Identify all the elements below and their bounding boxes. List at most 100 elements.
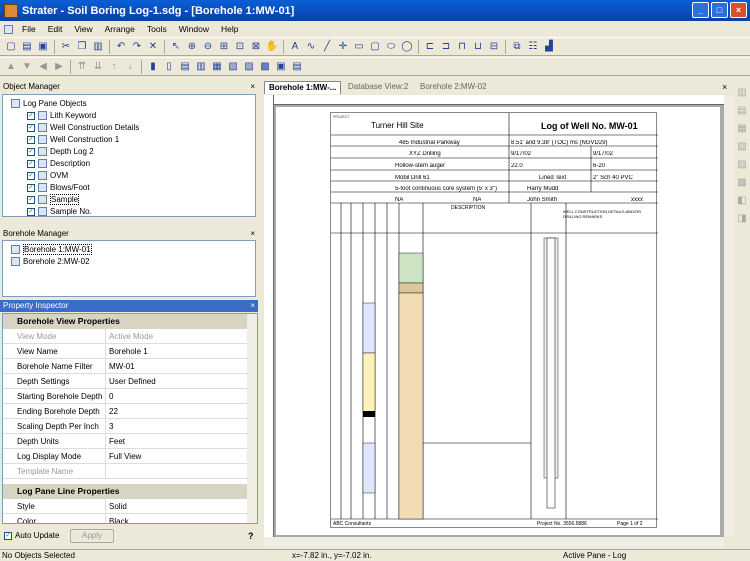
menu-view[interactable]: View <box>68 24 98 34</box>
menu-help[interactable]: Help <box>215 24 244 34</box>
log-cross-icon[interactable]: ▣ <box>274 60 288 74</box>
property-row[interactable]: Template Name <box>3 464 251 479</box>
checkbox[interactable]: ✓ <box>27 111 35 120</box>
checkbox[interactable]: ✓ <box>27 183 35 192</box>
polyline-icon[interactable]: ∿ <box>304 40 318 54</box>
text-icon[interactable]: A <box>288 40 302 54</box>
open-icon[interactable]: ▤ <box>20 40 34 54</box>
property-row[interactable]: Ending Borehole Depth 22 <box>3 404 251 419</box>
symbol-icon[interactable]: ✛ <box>336 40 350 54</box>
menu-edit[interactable]: Edit <box>42 24 69 34</box>
property-value[interactable]: 22 <box>109 407 118 416</box>
cut-icon[interactable]: ✂ <box>59 40 73 54</box>
move-left-icon[interactable]: ◀ <box>36 60 50 74</box>
property-value[interactable]: Solid <box>109 502 127 511</box>
move-down-icon[interactable]: ▼ <box>20 60 34 74</box>
paste-icon[interactable]: ▥ <box>91 40 105 54</box>
side-tool-icon[interactable]: ▩ <box>735 175 749 189</box>
align-top-icon[interactable]: ⊔ <box>471 40 485 54</box>
zoom-out-icon[interactable]: ⊖ <box>201 40 215 54</box>
tree-item[interactable]: Log Pane Objects <box>23 99 87 108</box>
zoom-fit-icon[interactable]: ⊠ <box>249 40 263 54</box>
rounded-rect-icon[interactable]: ▢ <box>368 40 382 54</box>
property-value[interactable]: Feet <box>109 437 125 446</box>
rectangle-icon[interactable]: ▭ <box>352 40 366 54</box>
line-icon[interactable]: ╱ <box>320 40 334 54</box>
chart-icon[interactable]: ▟ <box>542 40 556 54</box>
auto-update-checkbox[interactable]: ✓ <box>4 531 12 540</box>
save-icon[interactable]: ▣ <box>36 40 50 54</box>
borehole-item[interactable]: Borehole 2:MW-02 <box>23 257 90 266</box>
tab-borehole-2[interactable]: Borehole 2:MW-02 <box>416 81 491 94</box>
menu-file[interactable]: File <box>16 24 42 34</box>
property-value[interactable]: Black <box>109 517 129 523</box>
tree-item[interactable]: Well Construction Details <box>50 123 139 132</box>
ellipse-icon[interactable]: ⬭ <box>384 40 398 54</box>
property-row[interactable]: Depth Settings User Defined <box>3 374 251 389</box>
side-tool-icon[interactable]: ▦ <box>735 121 749 135</box>
align-center-icon[interactable]: ⊐ <box>439 40 453 54</box>
checkbox[interactable]: ✓ <box>27 147 35 156</box>
close-pane-icon[interactable]: × <box>250 81 255 93</box>
tab-borehole-1[interactable]: Borehole 1:MW-... <box>264 81 342 94</box>
side-tool-icon[interactable]: ▧ <box>735 139 749 153</box>
log-post-icon[interactable]: ▧ <box>226 60 240 74</box>
property-row[interactable]: Scaling Depth Per Inch 3 <box>3 419 251 434</box>
vertical-scrollbar[interactable] <box>724 95 734 537</box>
zoom-in-icon[interactable]: ⊕ <box>185 40 199 54</box>
tree-item[interactable]: Lith Keyword <box>50 111 96 120</box>
delete-icon[interactable]: ✕ <box>146 40 160 54</box>
property-value[interactable]: 0 <box>109 392 113 401</box>
move-up-icon[interactable]: ▲ <box>4 60 18 74</box>
log-zone-icon[interactable]: ▩ <box>258 60 272 74</box>
menu-tools[interactable]: Tools <box>141 24 173 34</box>
tree-item[interactable]: Description <box>50 159 90 168</box>
select-arrow-icon[interactable]: ↖ <box>169 40 183 54</box>
properties-icon[interactable]: ☷ <box>526 40 540 54</box>
tab-database-view[interactable]: Database View:2 <box>344 81 412 94</box>
minimize-button[interactable]: _ <box>692 2 709 18</box>
bring-front-icon[interactable]: ⇈ <box>75 60 89 74</box>
log-text-icon[interactable]: ▥ <box>194 60 208 74</box>
property-row[interactable]: View Name Borehole 1 <box>3 344 251 359</box>
zoom-page-icon[interactable]: ⊡ <box>233 40 247 54</box>
side-tool-icon[interactable]: ◧ <box>735 193 749 207</box>
section-header[interactable]: Log Pane Line Properties <box>3 484 251 499</box>
doc-close-icon[interactable]: × <box>722 82 727 92</box>
side-tool-icon[interactable]: ◨ <box>735 211 749 225</box>
log-well-icon[interactable]: ▦ <box>210 60 224 74</box>
group-icon[interactable]: ⧉ <box>510 40 524 54</box>
checkbox[interactable]: ✓ <box>27 159 35 168</box>
property-row[interactable]: Starting Borehole Depth 0 <box>3 389 251 404</box>
close-pane-icon[interactable]: × <box>250 300 255 312</box>
tree-item[interactable]: Sample No. <box>50 207 92 216</box>
new-icon[interactable]: ▢ <box>4 40 18 54</box>
circle-icon[interactable]: ◯ <box>400 40 414 54</box>
property-row[interactable]: Style Solid <box>3 499 251 514</box>
checkbox[interactable]: ✓ <box>27 135 35 144</box>
pan-hand-icon[interactable]: ✋ <box>265 40 279 54</box>
borehole-item[interactable]: Borehole 1:MW-01 <box>23 244 92 255</box>
checkbox[interactable]: ✓ <box>27 171 35 180</box>
side-tool-icon[interactable]: ▥ <box>735 85 749 99</box>
copy-icon[interactable]: ❐ <box>75 40 89 54</box>
log-depth-icon[interactable]: ▨ <box>242 60 256 74</box>
property-value[interactable]: Borehole 1 <box>109 347 148 356</box>
tree-item[interactable]: Well Construction 1 <box>50 135 119 144</box>
close-button[interactable]: × <box>730 2 747 18</box>
log-percent-icon[interactable]: ▤ <box>290 60 304 74</box>
tree-item[interactable]: Blows/Foot <box>50 183 90 192</box>
align-left-icon[interactable]: ⊏ <box>423 40 437 54</box>
property-value[interactable]: MW-01 <box>109 362 135 371</box>
side-tool-icon[interactable]: ▨ <box>735 157 749 171</box>
apply-button[interactable]: Apply <box>70 529 114 543</box>
forward-icon[interactable]: ↑ <box>107 60 121 74</box>
property-row[interactable]: Color Black <box>3 514 251 523</box>
redo-icon[interactable]: ↷ <box>130 40 144 54</box>
log-bar-icon[interactable]: ▤ <box>178 60 192 74</box>
horizontal-scrollbar[interactable] <box>264 537 724 547</box>
move-right-icon[interactable]: ▶ <box>52 60 66 74</box>
distribute-icon[interactable]: ⊟ <box>487 40 501 54</box>
menu-window[interactable]: Window <box>173 24 215 34</box>
log-line-icon[interactable]: ▮ <box>146 60 160 74</box>
